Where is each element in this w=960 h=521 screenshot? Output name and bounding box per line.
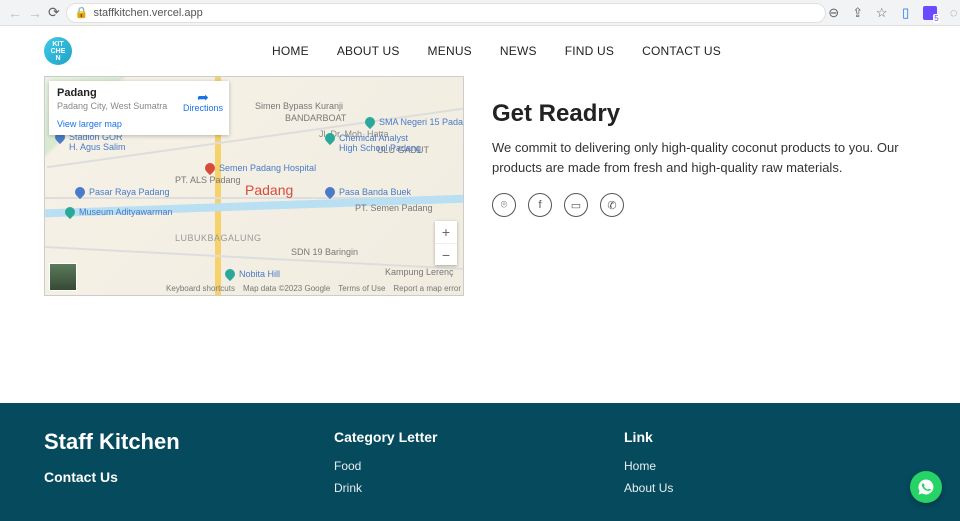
reload-button[interactable]: ⟳ (48, 4, 60, 22)
footer-link-heading: Link (624, 429, 916, 445)
map-label: Kampung Lerenç (385, 267, 454, 277)
nav-home[interactable]: HOME (272, 44, 309, 58)
map-poi[interactable]: Nobita Hill (225, 269, 280, 279)
map-label: PT. ALS Padang (175, 175, 241, 185)
map-data-label: Map data ©2023 Google (243, 284, 330, 293)
back-button[interactable]: ← (8, 4, 22, 22)
address-bar[interactable]: 🔒 staffkitchen.vercel.app (66, 3, 826, 23)
map-info-card: Padang Padang City, West Sumatra View la… (49, 81, 229, 135)
footer-link-food[interactable]: Food (334, 459, 624, 473)
footer-link-home[interactable]: Home (624, 459, 916, 473)
map-report-link[interactable]: Report a map error (393, 284, 461, 293)
facebook-link[interactable]: f (528, 193, 552, 217)
directions-button[interactable]: ➦ Directions (183, 89, 223, 113)
map-shortcuts-link[interactable]: Keyboard shortcuts (166, 284, 235, 293)
nav-about[interactable]: ABOUT US (337, 44, 400, 58)
star-icon[interactable]: ☆ (874, 5, 890, 21)
youtube-link[interactable]: ▭ (564, 193, 588, 217)
nav-menus[interactable]: MENUS (428, 44, 472, 58)
nav-contact[interactable]: CONTACT US (642, 44, 721, 58)
social-links: ⌾ f ▭ ✆ (492, 193, 916, 217)
map-poi[interactable]: Chemical Analyst High School Padang (325, 133, 421, 153)
map-zoom-control: + − (435, 221, 457, 265)
map-city-label: Padang (245, 182, 293, 198)
map-poi[interactable]: Semen Padang Hospital (205, 163, 316, 173)
map-satellite-toggle[interactable] (49, 263, 77, 291)
browser-chrome: ← → ⟳ 🔒 staffkitchen.vercel.app ⊖ ⇪ ☆ ▯ … (0, 0, 960, 26)
footer-brand: Staff Kitchen (44, 429, 334, 455)
footer-link-about[interactable]: About Us (624, 481, 916, 495)
map-poi[interactable]: SMA Negeri 15 Padang (365, 117, 464, 127)
forward-button[interactable]: → (28, 4, 42, 22)
map-poi[interactable]: Stadion GOR H. Agus Salim (55, 132, 126, 152)
zoom-in-button[interactable]: + (435, 221, 457, 243)
url-text: staffkitchen.vercel.app (93, 7, 202, 19)
map-label: BANDARBOAT (285, 113, 346, 123)
zoom-out-button[interactable]: − (435, 243, 457, 265)
map-label: LUBUKBAGALUNG (175, 233, 262, 243)
directions-icon: ➦ (196, 89, 210, 103)
map-label: PT. Semen Padang (355, 203, 433, 213)
map-label: SDN 19 Baringin (291, 247, 358, 257)
ext-icon-1[interactable]: ▯ (898, 5, 914, 21)
map-poi[interactable]: Pasar Raya Padang (75, 187, 170, 197)
facebook-icon: f (538, 199, 541, 211)
section-heading: Get Readry (492, 100, 916, 128)
nav-findus[interactable]: FIND US (565, 44, 614, 58)
map-terms-link[interactable]: Terms of Use (338, 284, 385, 293)
share-icon[interactable]: ⇪ (850, 5, 866, 21)
whatsapp-icon (917, 478, 935, 496)
map-poi[interactable]: Pasa Banda Buek (325, 187, 411, 197)
map-attribution: Keyboard shortcuts Map data ©2023 Google… (166, 284, 461, 293)
footer-category-heading: Category Letter (334, 429, 624, 445)
findus-content: Get Readry We commit to delivering only … (492, 76, 916, 296)
site-logo[interactable]: KIT CHE N (44, 37, 72, 65)
lock-icon: 🔒 (75, 6, 89, 19)
map-label: Simen Bypass Kuranji (255, 101, 343, 111)
section-body: We commit to delivering only high-qualit… (492, 138, 916, 177)
site-footer: Staff Kitchen Contact Us Category Letter… (0, 403, 960, 521)
youtube-icon: ▭ (571, 199, 581, 212)
footer-contact-heading: Contact Us (44, 469, 334, 485)
ext-icon-3[interactable]: ◌ (946, 5, 960, 21)
ext-icon-2[interactable]: 5 (922, 5, 938, 21)
toolbar-extensions: ⊖ ⇪ ☆ ▯ 5 ◌ ✦ ⭳ ▣ ⋮ (826, 5, 960, 21)
nav-news[interactable]: NEWS (500, 44, 537, 58)
zoom-icon[interactable]: ⊖ (826, 5, 842, 21)
map-poi[interactable]: Museum Adityawarman (65, 207, 173, 217)
footer-link-drink[interactable]: Drink (334, 481, 624, 495)
phone-link[interactable]: ✆ (600, 193, 624, 217)
instagram-icon: ⌾ (501, 199, 508, 212)
main-nav: HOME ABOUT US MENUS NEWS FIND US CONTACT… (272, 44, 721, 58)
view-larger-map-link[interactable]: View larger map (57, 119, 221, 129)
findus-section: BANDARBOAT Simen Bypass Kuranji ULU GADU… (0, 76, 960, 296)
whatsapp-float-button[interactable] (910, 471, 942, 503)
phone-icon: ✆ (607, 199, 616, 212)
instagram-link[interactable]: ⌾ (492, 193, 516, 217)
site-header: KIT CHE N HOME ABOUT US MENUS NEWS FIND … (0, 26, 960, 76)
map-embed[interactable]: BANDARBOAT Simen Bypass Kuranji ULU GADU… (44, 76, 464, 296)
